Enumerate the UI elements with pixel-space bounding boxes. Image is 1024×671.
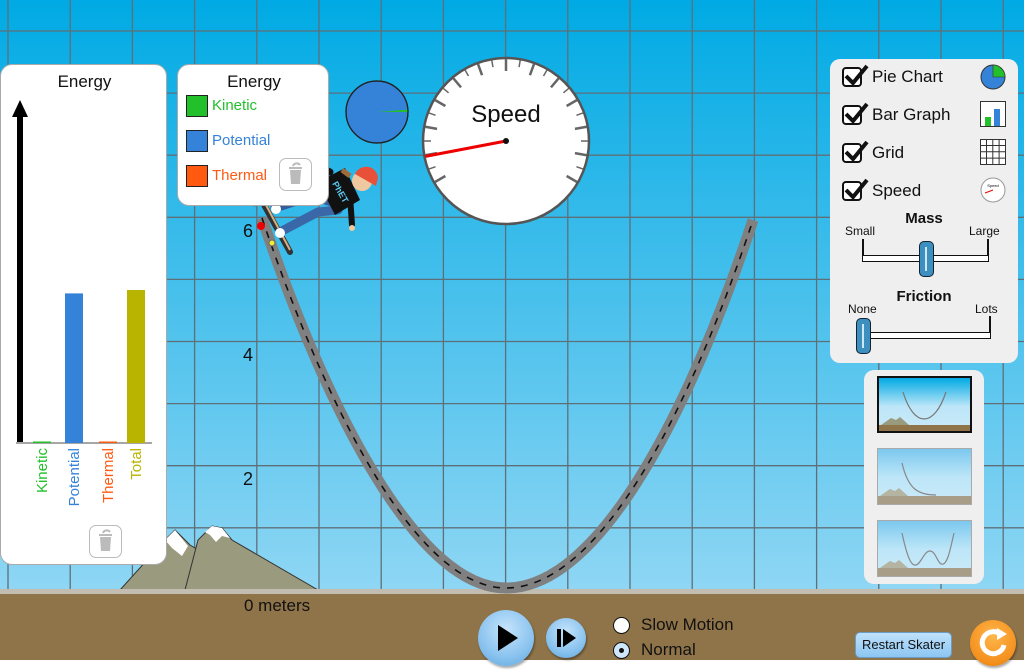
pie-chart-icon (980, 64, 1006, 90)
friction-slider-track[interactable] (863, 332, 991, 339)
speed-checkbox[interactable]: Speed (842, 177, 921, 205)
friction-min-label: None (848, 302, 877, 316)
pie-chart-label: Pie Chart (872, 67, 943, 86)
friction-max-label: Lots (975, 302, 998, 316)
speedometer-label: Speed (471, 101, 541, 128)
legend-swatch-thermal (186, 165, 208, 187)
bar-label-total: Total (128, 448, 145, 480)
bar-graph: Kinetic Potential Thermal Total (12, 100, 152, 506)
trash-icon (99, 529, 112, 551)
grid-checkbox[interactable]: Grid (842, 139, 904, 167)
reset-all-icon (979, 628, 1007, 657)
reset-all-button[interactable] (970, 620, 1016, 666)
bar-label-kinetic: Kinetic (34, 448, 51, 494)
bar-kinetic (33, 441, 51, 443)
step-forward-icon (557, 629, 576, 647)
play-button[interactable] (478, 610, 534, 666)
bar-graph-checkbox[interactable]: Bar Graph (842, 101, 950, 129)
grid-label: Grid (872, 143, 905, 162)
speedometer-icon: Speed (980, 177, 1006, 203)
height-label-4: 4 (243, 345, 253, 365)
legend-label-kinetic: Kinetic (212, 97, 258, 114)
pie-chart-checkbox[interactable]: Pie Chart (842, 63, 943, 91)
pie-legend-panel: Energy Kinetic Potential Thermal (177, 64, 329, 206)
mass-slider-thumb[interactable] (918, 241, 934, 277)
slow-motion-radio[interactable] (613, 617, 630, 634)
legend-swatch-potential (186, 130, 208, 152)
slow-motion-label: Slow Motion (641, 615, 734, 634)
restart-skater-button[interactable]: Restart Skater (855, 632, 952, 658)
bar-graph-icon (980, 101, 1006, 127)
mass-max-label: Large (969, 224, 1000, 238)
scene-double-well-button[interactable] (877, 520, 972, 577)
svg-text:Speed: Speed (987, 183, 999, 188)
scene-parabola-button[interactable] (877, 376, 972, 433)
pie-chart (345, 80, 409, 144)
checkmark-icon (844, 64, 869, 86)
legend-swatch-kinetic (186, 95, 208, 117)
bar-graph-axis-arrow (12, 100, 28, 117)
bar-graph-label: Bar Graph (872, 105, 951, 124)
height-label-0: 0 meters (244, 596, 310, 615)
trash-icon (289, 162, 302, 184)
checkmark-icon (844, 102, 869, 124)
bar-potential (65, 293, 83, 443)
control-panel: Pie Chart Bar Graph Grid Speed Speed Mas… (830, 59, 1018, 363)
skater-center-marker (257, 222, 265, 230)
parabola-track-thumbnail (879, 378, 970, 431)
step-button[interactable] (546, 618, 586, 658)
height-label-6: 6 (243, 221, 253, 241)
radio-selected-dot (618, 647, 624, 653)
checkbox-box[interactable] (842, 102, 869, 125)
normal-radio[interactable] (613, 642, 630, 659)
bar-label-potential: Potential (66, 448, 83, 506)
speed-label: Speed (872, 181, 922, 200)
checkbox-box[interactable] (842, 140, 869, 163)
checkbox-box[interactable] (842, 178, 869, 201)
legend-label-thermal: Thermal (212, 167, 268, 184)
grid-icon (980, 139, 1006, 165)
bar-total (127, 290, 145, 443)
friction-slider-thumb[interactable] (856, 318, 871, 354)
speedometer-hub (503, 138, 509, 144)
normal-label: Normal (641, 640, 696, 659)
double-well-track-thumbnail (878, 521, 971, 576)
checkmark-icon (844, 178, 869, 200)
bar-graph-clear-button[interactable] (89, 525, 122, 558)
mass-min-label: Small (845, 224, 876, 238)
pie-clear-button[interactable] (279, 158, 312, 191)
bar-label-thermal: Thermal (100, 448, 117, 503)
legend-label-potential: Potential (212, 132, 271, 149)
bar-graph-panel: Energy Kinetic Potential Thermal Total (0, 64, 167, 565)
speedometer (421, 56, 591, 226)
height-label-2: 2 (243, 469, 253, 489)
play-icon (498, 625, 518, 651)
bar-thermal (99, 441, 117, 443)
pie-legend-title: Energy (227, 72, 281, 91)
checkbox-box[interactable] (842, 64, 869, 87)
checkmark-icon (844, 140, 869, 162)
ramp-track-thumbnail (878, 449, 971, 504)
scene-ramp-button[interactable] (877, 448, 972, 505)
track-selector-panel (864, 370, 984, 584)
